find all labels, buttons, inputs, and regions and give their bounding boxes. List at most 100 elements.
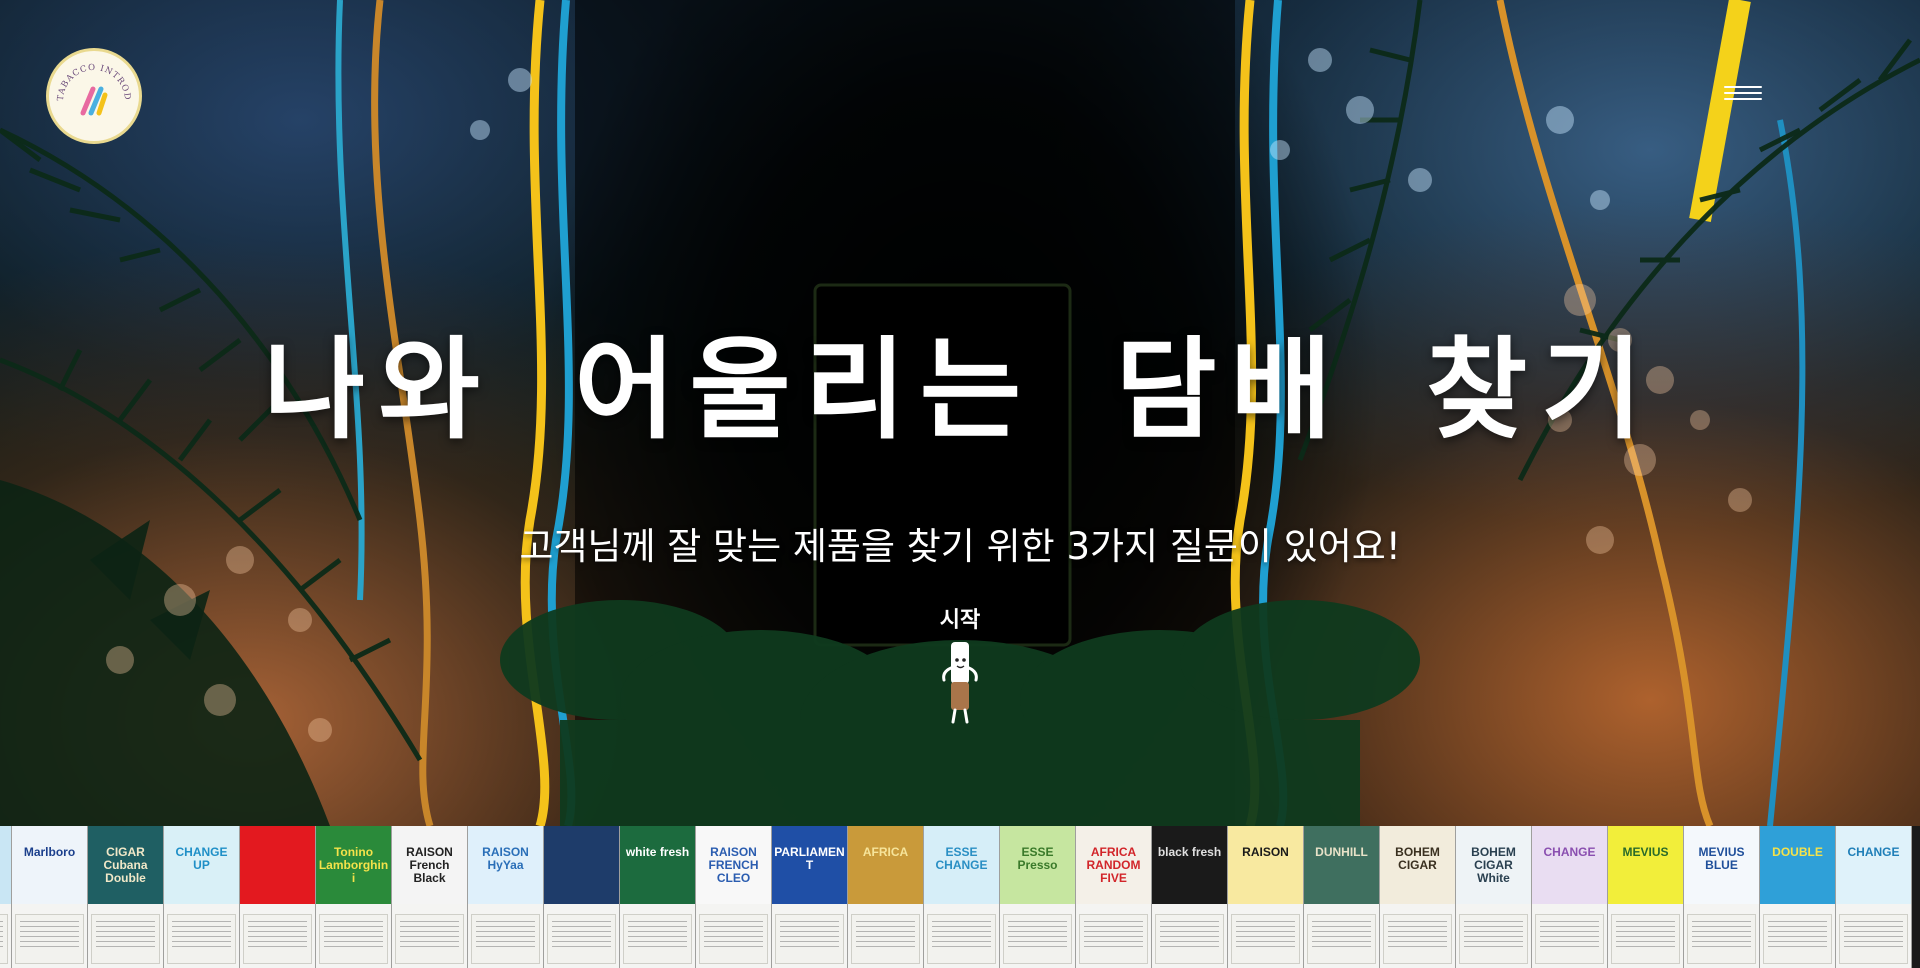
pack-warning-label (547, 914, 616, 964)
product-pack[interactable]: AFRICA (848, 826, 924, 968)
product-strip: Marlboro CIGAR Cubana Double CHANGE UP Toni… (0, 826, 1920, 968)
product-pack[interactable]: black fresh (1152, 826, 1228, 968)
product-pack[interactable]: Marlboro (12, 826, 88, 968)
pack-warning-label (243, 914, 312, 964)
product-pack[interactable]: white fresh (620, 826, 696, 968)
page-title: 나와 어울리는 담배 찾기 (263, 326, 1657, 454)
product-pack[interactable]: CHANGE (1532, 826, 1608, 968)
pack-warning-label (167, 914, 236, 964)
pack-top (1608, 826, 1683, 904)
hero-banner: TABACCO INTRODUCTION 나와 어울리는 담배 찾기 고객님께 … (0, 0, 1920, 826)
pack-brand-name: DUNHILL (1315, 846, 1368, 859)
pack-brand-name: white fresh (625, 846, 690, 859)
pack-warning-label (1383, 914, 1452, 964)
pack-brand-name: BOHEM CIGAR (1395, 846, 1440, 872)
pack-top (1532, 826, 1607, 904)
pack-warning-label (15, 914, 84, 964)
pack-warning-label (395, 914, 464, 964)
pack-warning-label (1763, 914, 1832, 964)
pack-top (848, 826, 923, 904)
product-pack[interactable]: RAISON HyYaa (468, 826, 544, 968)
pack-warning-label (1307, 914, 1376, 964)
pack-warning-label (851, 914, 920, 964)
pack-warning-label (1155, 914, 1224, 964)
pack-top (544, 826, 619, 904)
product-pack[interactable]: ESSE Presso (1000, 826, 1076, 968)
pack-brand-name: MEVIUS BLUE (1698, 846, 1745, 872)
product-pack[interactable]: RAISON French Black (392, 826, 468, 968)
pack-warning-label (1003, 914, 1072, 964)
pack-warning-label (471, 914, 540, 964)
pack-warning-label (1459, 914, 1528, 964)
pack-brand-name: RAISON HyYaa (482, 846, 529, 872)
pack-warning-label (775, 914, 844, 964)
pack-warning-label (319, 914, 388, 964)
product-pack[interactable]: AFRICA RANDOM FIVE (1076, 826, 1152, 968)
page-subtitle: 고객님께 잘 맞는 제품을 찾기 위한 3가지 질문이 있어요! (519, 525, 1401, 568)
product-strip-track: Marlboro CIGAR Cubana Double CHANGE UP Toni… (0, 826, 1912, 968)
hamburger-line (1724, 98, 1762, 100)
product-pack[interactable]: CIGAR Cubana Double (88, 826, 164, 968)
pack-top (0, 826, 11, 904)
pack-warning-label (927, 914, 996, 964)
pack-warning-label (0, 914, 8, 964)
hamburger-menu-icon (1724, 86, 1762, 88)
pack-top (1836, 826, 1911, 904)
product-pack[interactable]: CHANGE UP (164, 826, 240, 968)
pack-brand-name: BOHEM CIGAR White (1471, 846, 1516, 885)
site-logo[interactable]: TABACCO INTRODUCTION (46, 48, 142, 144)
pack-brand-name: Marlboro (23, 846, 76, 859)
menu-button[interactable] (1724, 82, 1762, 112)
product-pack[interactable]: Tonino Lamborghini (316, 826, 392, 968)
pack-top (1760, 826, 1835, 904)
pack-warning-label (1231, 914, 1300, 964)
product-pack[interactable]: DOUBLE (1760, 826, 1836, 968)
pack-brand-name: ESSE Presso (1017, 846, 1058, 872)
pack-brand-name: black fresh (1157, 846, 1222, 859)
pack-top (1152, 826, 1227, 904)
product-pack[interactable]: ESSE CHANGE (924, 826, 1000, 968)
start-button[interactable]: 시작 (910, 602, 1010, 732)
pack-brand-name: AFRICA RANDOM FIVE (1086, 846, 1141, 885)
product-pack[interactable]: MEVIUS (1608, 826, 1684, 968)
product-pack[interactable] (544, 826, 620, 968)
pack-warning-label (91, 914, 160, 964)
pack-warning-label (623, 914, 692, 964)
pack-warning-label (1535, 914, 1604, 964)
pack-top (620, 826, 695, 904)
pack-brand-name: MEVIUS (1622, 846, 1669, 859)
pack-brand-name: AFRICA (862, 846, 909, 859)
product-pack[interactable] (0, 826, 12, 968)
cigarette-mascot-icon (942, 642, 978, 724)
pack-top (240, 826, 315, 904)
pack-brand-name: Tonino Lamborghini (318, 846, 389, 885)
product-pack[interactable] (240, 826, 316, 968)
product-pack[interactable]: CHANGE (1836, 826, 1912, 968)
pack-brand-name: CHANGE UP (175, 846, 228, 872)
product-pack[interactable]: PARLIAMENT (772, 826, 848, 968)
tobacco-logo-icon: TABACCO INTRODUCTION (49, 51, 131, 116)
product-pack[interactable]: DUNHILL (1304, 826, 1380, 968)
pack-warning-label (699, 914, 768, 964)
pack-brand-name: RAISON (1242, 846, 1289, 859)
pack-top (12, 826, 87, 904)
pack-brand-name: DOUBLE (1772, 846, 1823, 859)
product-pack[interactable]: RAISON FRENCH CLEO (696, 826, 772, 968)
pack-top (1304, 826, 1379, 904)
start-label: 시작 (939, 608, 981, 633)
product-pack[interactable]: BOHEM CIGAR (1380, 826, 1456, 968)
pack-brand-name: CHANGE (1543, 846, 1596, 859)
pack-brand-name: CIGAR Cubana Double (103, 846, 148, 885)
hamburger-line (1724, 92, 1762, 94)
pack-brand-name: PARLIAMENT (774, 846, 845, 872)
pack-brand-name: RAISON French Black (406, 846, 453, 885)
pack-warning-label (1839, 914, 1908, 964)
product-pack[interactable]: RAISON (1228, 826, 1304, 968)
product-pack[interactable]: MEVIUS BLUE (1684, 826, 1760, 968)
product-pack[interactable]: BOHEM CIGAR White (1456, 826, 1532, 968)
pack-brand-name: ESSE CHANGE (935, 846, 988, 872)
pack-warning-label (1611, 914, 1680, 964)
pack-brand-name: RAISON FRENCH CLEO (708, 846, 759, 885)
pack-top (1228, 826, 1303, 904)
pack-warning-label (1687, 914, 1756, 964)
